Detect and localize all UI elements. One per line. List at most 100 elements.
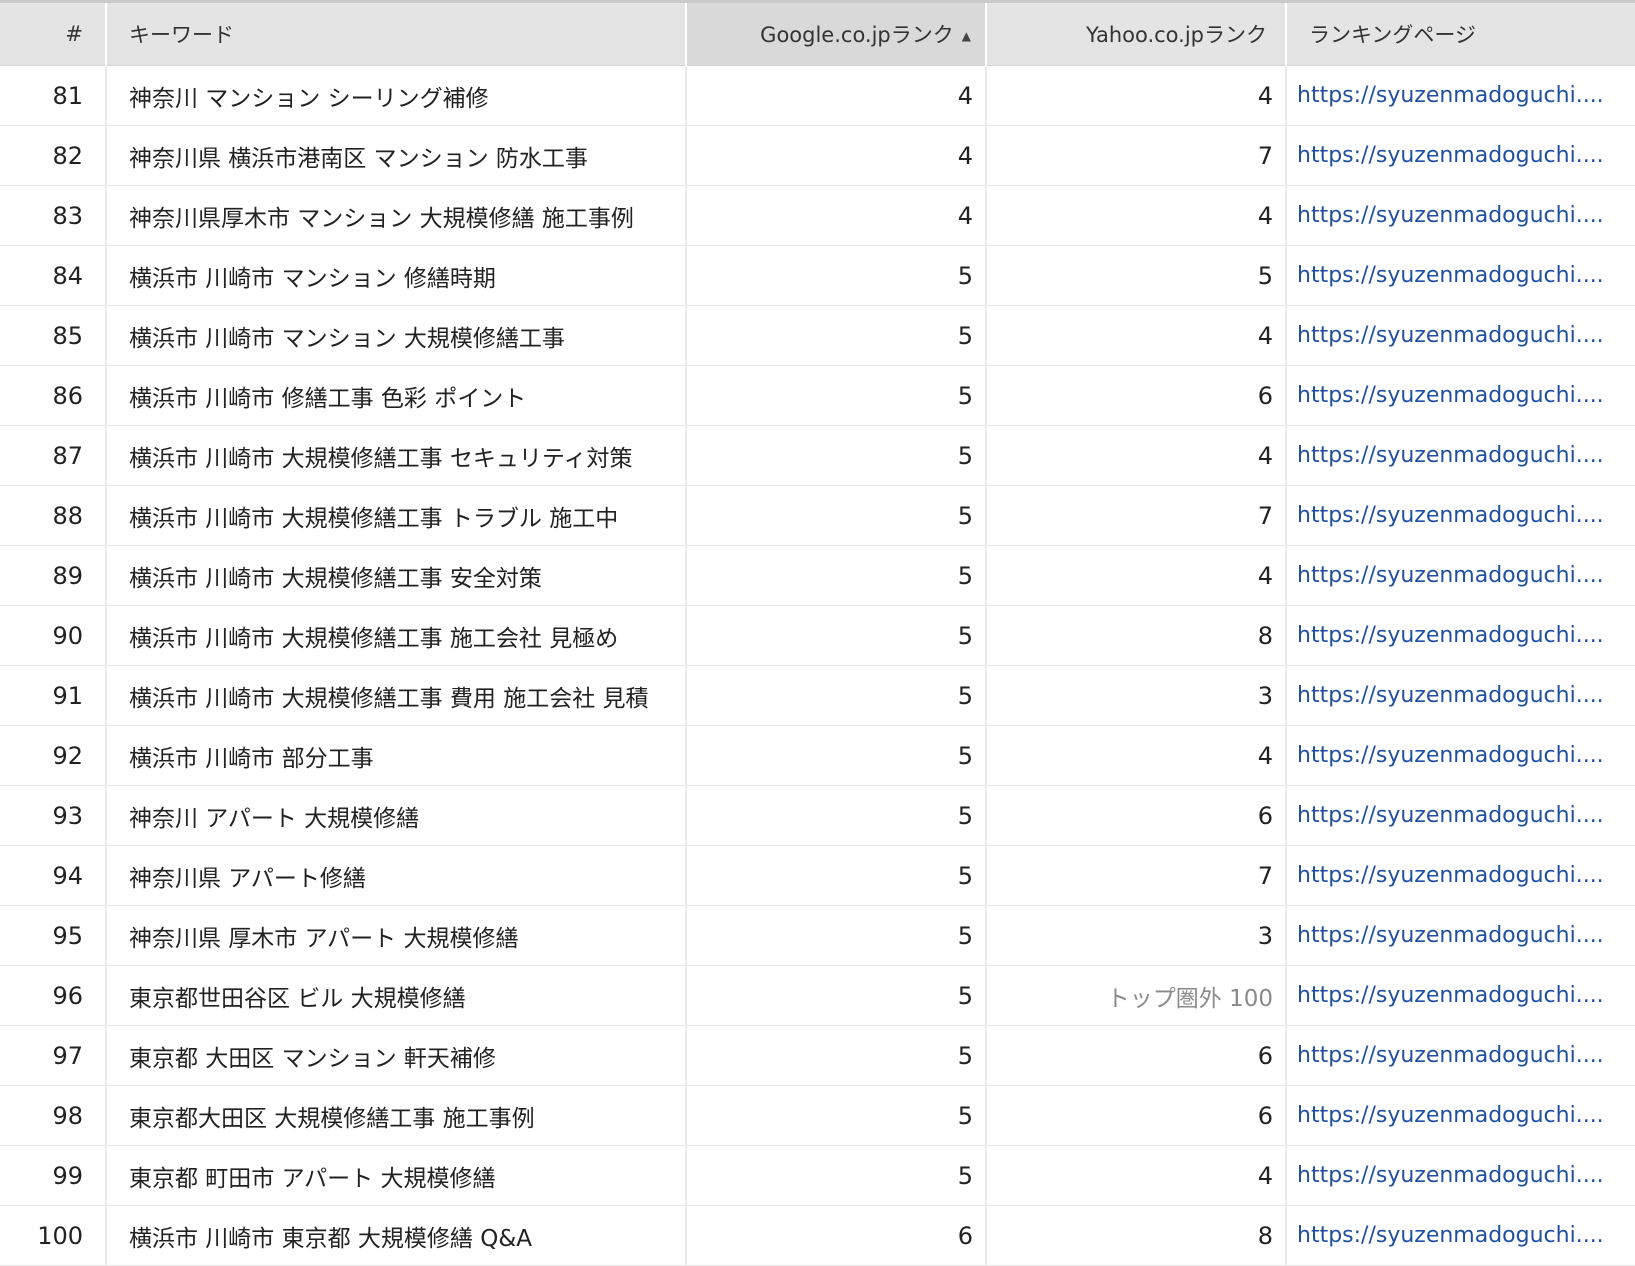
ranking-page-link[interactable]: https://syuzenmadoguchi.... (1297, 1163, 1604, 1188)
ranking-page-link[interactable]: https://syuzenmadoguchi.... (1297, 1043, 1604, 1068)
google-rank-cell: 5 (685, 1145, 986, 1206)
yahoo-rank-cell: 4 (985, 425, 1286, 486)
ranking-page-link[interactable]: https://syuzenmadoguchi.... (1297, 863, 1604, 888)
google-rank-cell: 5 (685, 485, 986, 546)
ranking-page-link[interactable]: https://syuzenmadoguchi.... (1297, 743, 1604, 768)
header-row: # キーワード Google.co.jpランク ▲ Yahoo.co.jpランク … (0, 3, 1635, 66)
header-ranking-page-label: ランキングページ (1309, 23, 1476, 47)
keyword-cell: 横浜市 川崎市 大規模修繕工事 施工会社 見極め (105, 605, 686, 666)
yahoo-rank-cell: 4 (985, 65, 1286, 126)
table-row[interactable]: 83 神奈川県厚木市 マンション 大規模修繕 施工事例 4 4 https://syuz… (0, 185, 1635, 246)
google-rank-cell: 4 (685, 125, 986, 186)
ranking-page-link[interactable]: https://syuzenmadoguchi.... (1297, 983, 1604, 1008)
yahoo-rank-cell: 7 (985, 845, 1286, 906)
table-row[interactable]: 86 横浜市 川崎市 修繕工事 色彩 ポイント 5 6 https://syuzenma… (0, 365, 1635, 426)
header-yahoo-rank[interactable]: Yahoo.co.jpランク (985, 3, 1286, 66)
keyword-cell: 横浜市 川崎市 部分工事 (105, 725, 686, 786)
ranking-page-cell: https://syuzenmadoguchi.... (1285, 605, 1635, 666)
ranking-page-link[interactable]: https://syuzenmadoguchi.... (1297, 83, 1604, 108)
ranking-page-cell: https://syuzenmadoguchi.... (1285, 965, 1635, 1026)
google-rank-cell: 4 (685, 65, 986, 126)
table-row[interactable]: 82 神奈川県 横浜市港南区 マンション 防水工事 4 7 https://syuzen… (0, 125, 1635, 186)
ranking-page-link[interactable]: https://syuzenmadoguchi.... (1297, 443, 1604, 468)
table-row[interactable]: 85 横浜市 川崎市 マンション 大規模修繕工事 5 4 https://syuzenm… (0, 305, 1635, 366)
table-body: 81 神奈川 マンション シーリング補修 4 4 https://syuzenmadog… (0, 65, 1635, 1266)
ranking-page-link[interactable]: https://syuzenmadoguchi.... (1297, 683, 1604, 708)
keyword-cell: 東京都大田区 大規模修繕工事 施工事例 (105, 1085, 686, 1146)
ranking-page-cell: https://syuzenmadoguchi.... (1285, 485, 1635, 546)
google-rank-cell: 4 (685, 185, 986, 246)
table-row[interactable]: 97 東京都 大田区 マンション 軒天補修 5 6 https://syuzenmado… (0, 1025, 1635, 1086)
ranking-page-link[interactable]: https://syuzenmadoguchi.... (1297, 1103, 1604, 1128)
header-keyword[interactable]: キーワード (105, 3, 686, 66)
ranking-page-link[interactable]: https://syuzenmadoguchi.... (1297, 143, 1604, 168)
google-rank-cell: 5 (685, 965, 986, 1026)
keyword-cell: 神奈川 アパート 大規模修繕 (105, 785, 686, 846)
ranking-page-cell: https://syuzenmadoguchi.... (1285, 65, 1635, 126)
header-keyword-label: キーワード (129, 23, 234, 47)
header-google-rank-label: Google.co.jpランク (760, 23, 954, 47)
sort-ascending-icon: ▲ (961, 29, 971, 43)
yahoo-rank-cell: 7 (985, 125, 1286, 186)
row-number: 85 (0, 305, 106, 366)
google-rank-cell: 5 (685, 725, 986, 786)
table-row[interactable]: 88 横浜市 川崎市 大規模修繕工事 トラブル 施工中 5 7 https://syuz… (0, 485, 1635, 546)
ranking-page-link[interactable]: https://syuzenmadoguchi.... (1297, 1223, 1604, 1248)
ranking-page-cell: https://syuzenmadoguchi.... (1285, 125, 1635, 186)
table-row[interactable]: 90 横浜市 川崎市 大規模修繕工事 施工会社 見極め 5 8 https://syuz… (0, 605, 1635, 666)
google-rank-cell: 5 (685, 305, 986, 366)
yahoo-rank-cell: 7 (985, 485, 1286, 546)
row-number: 87 (0, 425, 106, 486)
row-number: 96 (0, 965, 106, 1026)
google-rank-cell: 5 (685, 545, 986, 606)
yahoo-rank-cell: 8 (985, 1205, 1286, 1266)
ranking-page-cell: https://syuzenmadoguchi.... (1285, 845, 1635, 906)
table-row[interactable]: 96 東京都世田谷区 ビル 大規模修繕 5 トップ圏外 100 https://syuz… (0, 965, 1635, 1026)
keyword-cell: 横浜市 川崎市 大規模修繕工事 費用 施工会社 見積 (105, 665, 686, 726)
ranking-page-cell: https://syuzenmadoguchi.... (1285, 1025, 1635, 1086)
ranking-page-link[interactable]: https://syuzenmadoguchi.... (1297, 323, 1604, 348)
row-number: 81 (0, 65, 106, 126)
table-row[interactable]: 93 神奈川 アパート 大規模修繕 5 6 https://syuzenmadoguch… (0, 785, 1635, 846)
row-number: 84 (0, 245, 106, 306)
yahoo-rank-cell: 6 (985, 1025, 1286, 1086)
ranking-page-cell: https://syuzenmadoguchi.... (1285, 785, 1635, 846)
google-rank-cell: 5 (685, 1085, 986, 1146)
yahoo-rank-cell: 6 (985, 1085, 1286, 1146)
table-row[interactable]: 84 横浜市 川崎市 マンション 修繕時期 5 5 https://syuzenmado… (0, 245, 1635, 306)
yahoo-rank-cell: トップ圏外 100 (985, 965, 1286, 1026)
ranking-page-link[interactable]: https://syuzenmadoguchi.... (1297, 383, 1604, 408)
row-number: 82 (0, 125, 106, 186)
ranking-page-link[interactable]: https://syuzenmadoguchi.... (1297, 503, 1604, 528)
header-google-rank[interactable]: Google.co.jpランク ▲ (685, 3, 986, 66)
ranking-page-link[interactable]: https://syuzenmadoguchi.... (1297, 803, 1604, 828)
google-rank-cell: 5 (685, 785, 986, 846)
row-number: 95 (0, 905, 106, 966)
keyword-cell: 東京都 大田区 マンション 軒天補修 (105, 1025, 686, 1086)
table-row[interactable]: 99 東京都 町田市 アパート 大規模修繕 5 4 https://syuzenmado… (0, 1145, 1635, 1206)
ranking-page-link[interactable]: https://syuzenmadoguchi.... (1297, 263, 1604, 288)
table-row[interactable]: 98 東京都大田区 大規模修繕工事 施工事例 5 6 https://syuzenmad… (0, 1085, 1635, 1146)
table-row[interactable]: 94 神奈川県 アパート修繕 5 7 https://syuzenmadoguchi..… (0, 845, 1635, 906)
ranking-page-link[interactable]: https://syuzenmadoguchi.... (1297, 563, 1604, 588)
table-row[interactable]: 91 横浜市 川崎市 大規模修繕工事 費用 施工会社 見積 5 3 https://sy… (0, 665, 1635, 726)
ranking-page-link[interactable]: https://syuzenmadoguchi.... (1297, 623, 1604, 648)
header-number[interactable]: # (0, 3, 106, 66)
header-ranking-page[interactable]: ランキングページ (1285, 3, 1635, 66)
table-row[interactable]: 100 横浜市 川崎市 東京都 大規模修繕 Q&A 6 8 https://syuzen… (0, 1205, 1635, 1266)
row-number: 86 (0, 365, 106, 426)
yahoo-rank-cell: 5 (985, 245, 1286, 306)
table-row[interactable]: 81 神奈川 マンション シーリング補修 4 4 https://syuzenmadog… (0, 65, 1635, 126)
yahoo-rank-cell: 4 (985, 1145, 1286, 1206)
table-row[interactable]: 89 横浜市 川崎市 大規模修繕工事 安全対策 5 4 https://syuzenma… (0, 545, 1635, 606)
keyword-cell: 神奈川県 横浜市港南区 マンション 防水工事 (105, 125, 686, 186)
table-row[interactable]: 95 神奈川県 厚木市 アパート 大規模修繕 5 3 https://syuzenmad… (0, 905, 1635, 966)
table-row[interactable]: 87 横浜市 川崎市 大規模修繕工事 セキュリティ対策 5 4 https://syuz… (0, 425, 1635, 486)
table-row[interactable]: 92 横浜市 川崎市 部分工事 5 4 https://syuzenmadoguchi.… (0, 725, 1635, 786)
yahoo-rank-cell: 8 (985, 605, 1286, 666)
ranking-page-cell: https://syuzenmadoguchi.... (1285, 365, 1635, 426)
ranking-page-link[interactable]: https://syuzenmadoguchi.... (1297, 923, 1604, 948)
ranking-page-link[interactable]: https://syuzenmadoguchi.... (1297, 203, 1604, 228)
keyword-cell: 横浜市 川崎市 マンション 大規模修繕工事 (105, 305, 686, 366)
yahoo-rank-cell: 6 (985, 365, 1286, 426)
